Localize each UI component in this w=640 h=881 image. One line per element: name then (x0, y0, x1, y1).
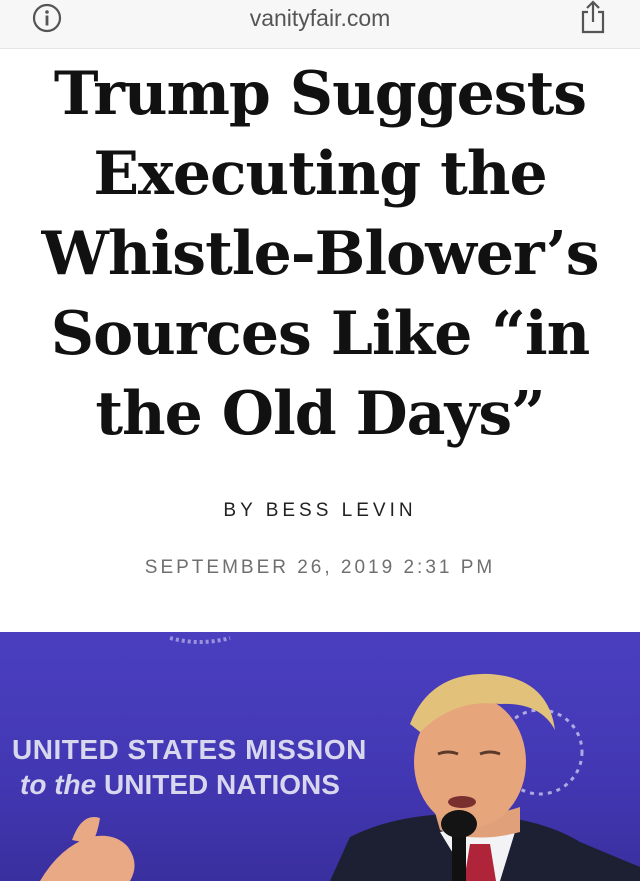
sign-text-line1: UNITED STATES MISSION (12, 734, 367, 765)
headline-line: Whistle-Blower’s (41, 219, 600, 289)
publish-date: SEPTEMBER 26, 2019 2:31 PM (144, 557, 496, 578)
article-page: vanityfair.com Trump Suggests Executing … (0, 0, 640, 881)
headline-line: the Old Days” (95, 379, 545, 449)
headline-line: Sources Like “in (50, 299, 591, 369)
sign-text-suffix: UNITED NATIONS (104, 769, 340, 800)
headline-line: Executing the (93, 139, 547, 209)
sign-text-prefix: to the (20, 769, 97, 800)
share-icon[interactable] (579, 0, 607, 34)
byline[interactable]: BY BESS LEVIN (0, 500, 640, 522)
browser-address-bar: vanityfair.com (0, 0, 640, 49)
article-headline: Trump Suggests Executing the Whistle-Blo… (20, 54, 620, 454)
url-display[interactable]: vanityfair.com (0, 5, 640, 32)
headline-line: Trump Suggests (53, 59, 587, 129)
hero-photo: UNITED STATES MISSION to the UNITED NATI… (0, 632, 640, 881)
sign-text-line2: to the UNITED NATIONS (20, 769, 340, 801)
